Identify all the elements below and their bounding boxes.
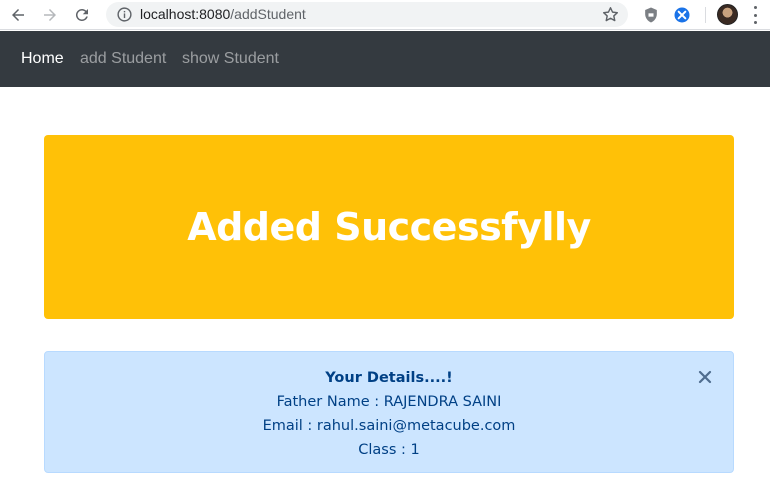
success-title: Added Successfylly [187,205,591,249]
nav-add-student-link[interactable]: add Student [80,50,166,68]
class-text: Class : 1 [358,442,420,458]
bookmark-star-icon[interactable] [601,5,620,24]
forward-icon[interactable] [38,3,62,27]
email-text: Email : rahul.saini@metacube.com [262,418,516,434]
close-icon[interactable] [697,369,713,385]
info-icon[interactable] [116,6,133,23]
address-bar[interactable]: localhost:8080/addStudent [106,2,628,27]
url-host: localhost:8080 [140,6,231,22]
success-banner: Added Successfylly [44,135,734,319]
reload-icon[interactable] [70,3,94,27]
url-path: /addStudent [230,6,306,22]
nav-home-link[interactable]: Home [21,50,64,68]
nav-show-student-link[interactable]: show Student [182,50,279,68]
father-name-text: Father Name : RAJENDRA SAINI [276,394,502,410]
profile-avatar[interactable] [717,4,738,25]
extension-shield-icon[interactable] [641,5,661,25]
browser-toolbar: localhost:8080/addStudent [0,0,770,30]
menu-kebab-icon[interactable] [752,6,758,24]
student-details-alert: Your Details....! Father Name : RAJENDRA… [44,351,734,473]
toolbar-divider [705,7,706,23]
details-heading: Your Details....! [325,370,453,386]
url-text: localhost:8080/addStudent [140,6,306,23]
extension-blue-icon[interactable] [672,5,692,25]
back-icon[interactable] [6,3,30,27]
app-navbar: Home add Student show Student [0,31,770,87]
